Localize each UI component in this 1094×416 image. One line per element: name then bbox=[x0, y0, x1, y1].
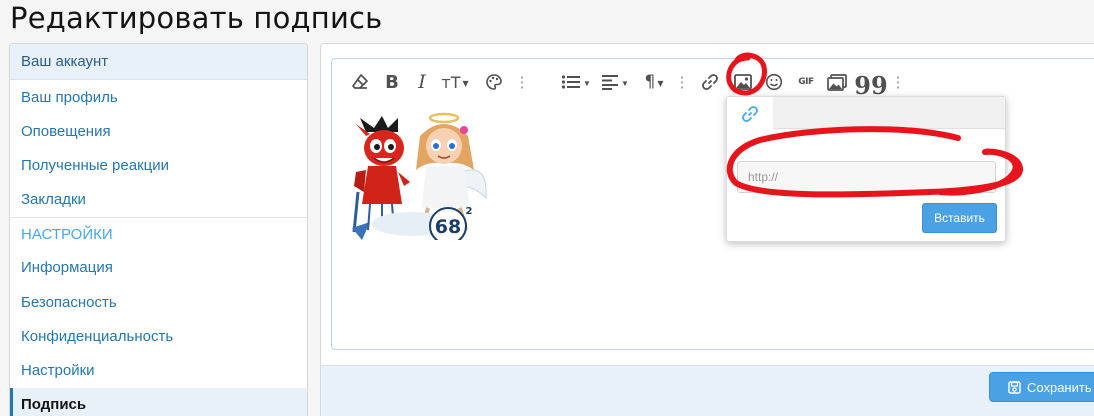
popup-tabs bbox=[727, 97, 1005, 130]
sidebar-header: Ваш аккаунт bbox=[10, 44, 307, 80]
text-size-label: тТ bbox=[441, 72, 461, 92]
quote-icon[interactable]: 99 bbox=[854, 71, 887, 98]
sidebar-item-profile[interactable]: Ваш профиль bbox=[10, 80, 307, 114]
image-url-input[interactable] bbox=[737, 161, 996, 193]
form-footer: Сохранить bbox=[321, 365, 1094, 416]
link-icon bbox=[742, 105, 758, 122]
floppy-disk-icon bbox=[1008, 380, 1021, 394]
insert-button[interactable]: Вставить bbox=[922, 203, 997, 233]
sidebar-item-information[interactable]: Информация bbox=[10, 251, 307, 285]
align-icon[interactable]: ▼ bbox=[600, 71, 630, 93]
chevron-down-icon: ▼ bbox=[583, 78, 591, 88]
chevron-down-icon: ▼ bbox=[462, 78, 469, 88]
paragraph-icon[interactable]: ¶ ▼ bbox=[640, 71, 668, 93]
gif-label: GIF bbox=[798, 77, 814, 87]
account-sidebar: Ваш аккаунт Ваш профиль Оповещения Получ… bbox=[9, 43, 308, 416]
tab-insert-by-url[interactable] bbox=[727, 97, 773, 130]
page-title: Редактировать подпись bbox=[10, 1, 383, 35]
palette-icon[interactable] bbox=[484, 71, 504, 93]
sidebar-item-bookmarks[interactable]: Закладки bbox=[10, 183, 307, 217]
more-dots-icon[interactable]: ⋮ bbox=[891, 71, 906, 93]
more-dots-icon[interactable]: ⋮ bbox=[675, 71, 690, 93]
italic-icon[interactable]: I bbox=[416, 71, 428, 93]
list-icon[interactable]: ▼ bbox=[560, 71, 592, 93]
sidebar-item-notifications[interactable]: Оповещения bbox=[10, 114, 307, 148]
badge-number: 68 bbox=[435, 216, 461, 238]
media-icon[interactable] bbox=[826, 71, 848, 93]
sidebar-item-security[interactable]: Безопасность bbox=[10, 285, 307, 319]
sidebar-item-reactions[interactable]: Полученные реакции bbox=[10, 148, 307, 182]
insert-image-popup: Вставить bbox=[726, 96, 1006, 242]
sidebar-item-signature[interactable]: Подпись bbox=[10, 387, 307, 416]
text-size-icon[interactable]: тТ ▼ bbox=[438, 71, 472, 93]
signature-image: 68 2 bbox=[352, 112, 488, 240]
badge-superscript: 2 bbox=[466, 206, 473, 217]
image-icon[interactable] bbox=[732, 71, 754, 93]
sidebar-item-privacy[interactable]: Конфиденциальность bbox=[10, 319, 307, 353]
gif-icon[interactable]: GIF bbox=[794, 71, 818, 93]
sidebar-item-preferences[interactable]: Настройки bbox=[10, 353, 307, 387]
chevron-down-icon: ▼ bbox=[657, 78, 664, 88]
bold-icon[interactable]: B bbox=[384, 71, 400, 93]
link-icon[interactable] bbox=[700, 71, 720, 93]
chevron-down-icon: ▼ bbox=[621, 78, 629, 88]
more-dots-icon[interactable]: ⋮ bbox=[515, 71, 530, 93]
sidebar-section-settings: НАСТРОЙКИ bbox=[10, 216, 307, 251]
save-button[interactable]: Сохранить bbox=[989, 372, 1094, 402]
eraser-icon[interactable] bbox=[350, 71, 370, 93]
smile-icon[interactable] bbox=[764, 71, 784, 93]
save-button-label: Сохранить bbox=[1027, 379, 1092, 395]
